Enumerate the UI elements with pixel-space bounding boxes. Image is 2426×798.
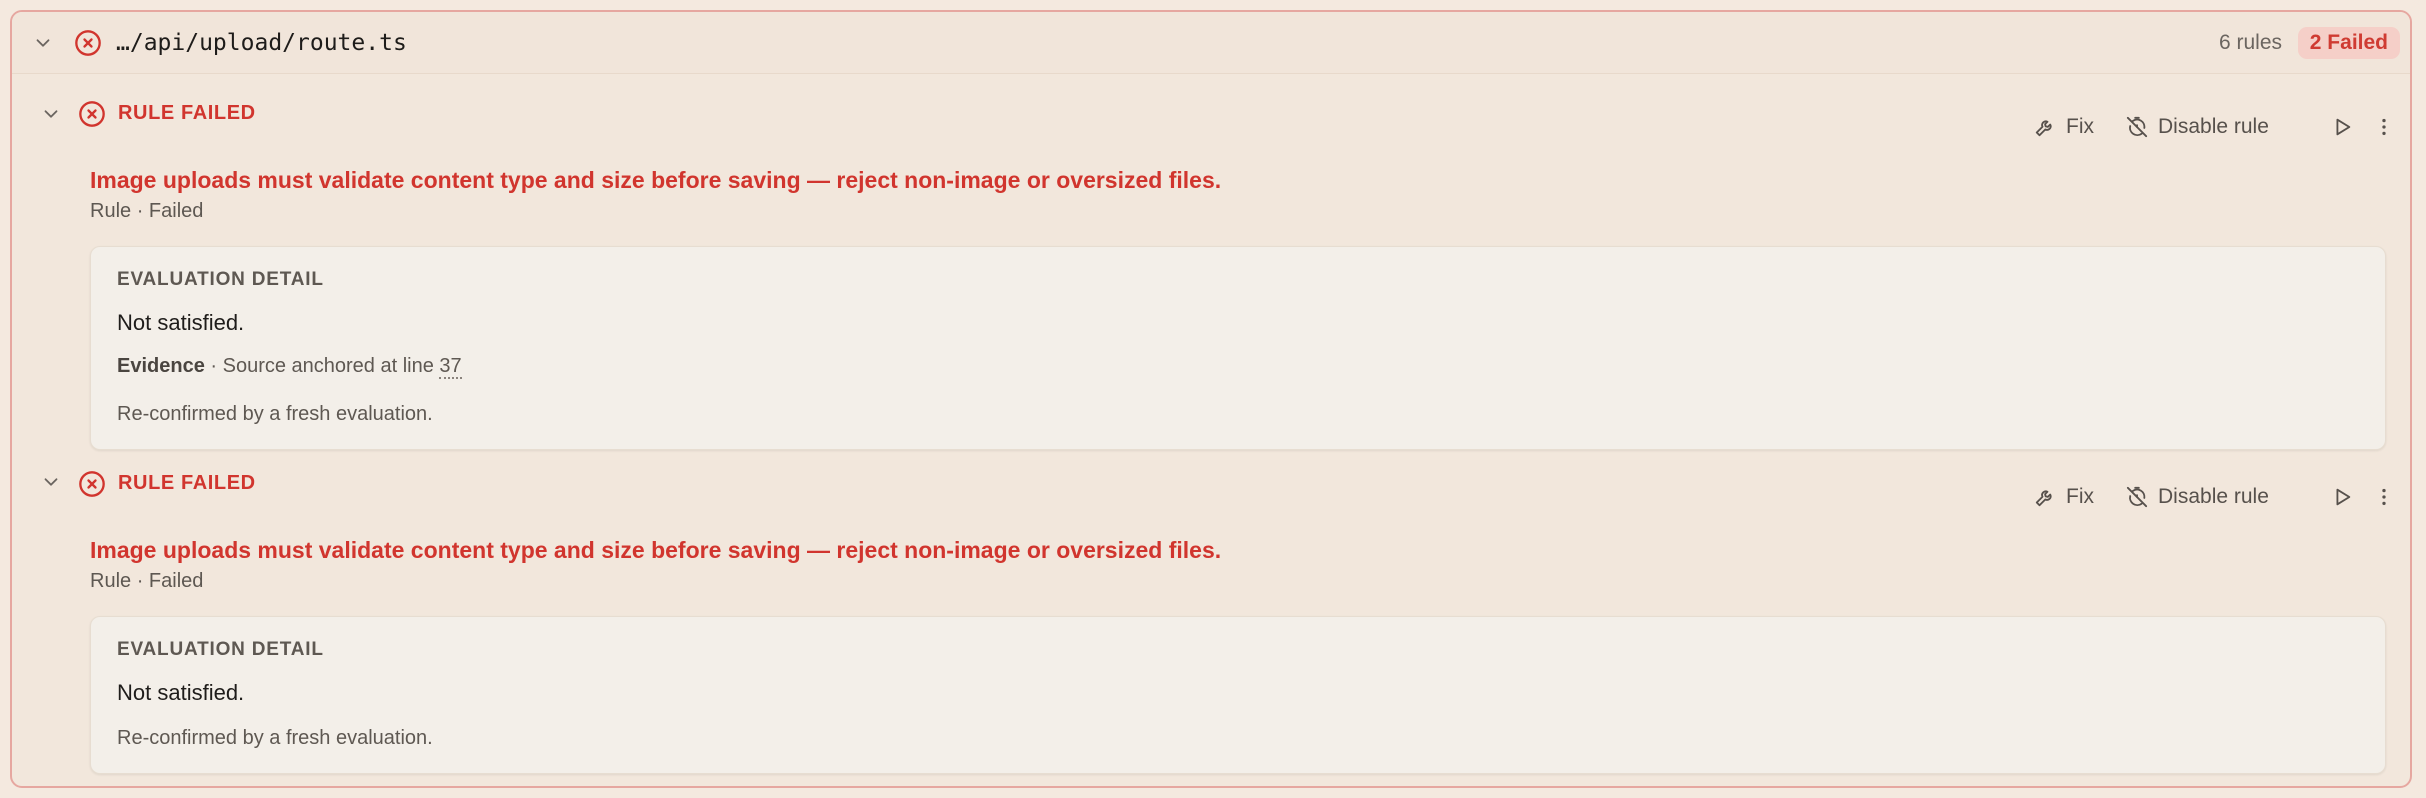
evaluation-result: Not satisfied. bbox=[117, 310, 245, 335]
reconfirmed-note: Re-confirmed by a fresh evaluation. bbox=[117, 727, 433, 749]
error-circle-icon bbox=[75, 30, 101, 56]
rule-description: Image uploads must validate content type… bbox=[90, 537, 1222, 563]
rule-item: RULE FAILED Fix Disable rule Image uploa… bbox=[12, 444, 2410, 786]
rules-count: 6 rules bbox=[2218, 31, 2282, 54]
disable-rule-label: Disable rule bbox=[2158, 115, 2269, 138]
evidence-text: · Source anchored at line bbox=[204, 355, 440, 377]
evaluation-detail-heading: EVALUATION DETAIL bbox=[117, 639, 324, 660]
wrench-icon bbox=[2035, 120, 2052, 137]
timer-off-icon bbox=[2126, 116, 2148, 138]
rule-actions: Fix Disable rule bbox=[2030, 107, 2410, 147]
rule-item: RULE FAILED Fix Disable rule Image uploa… bbox=[12, 74, 2410, 450]
evidence-line: Evidence · Source anchored at line 37 bbox=[117, 355, 462, 379]
disable-rule-button[interactable]: Disable rule bbox=[2126, 107, 2269, 147]
rule-meta: Rule · Failed bbox=[90, 570, 204, 592]
rule-actions: Fix Disable rule bbox=[2030, 477, 2410, 517]
error-circle-icon bbox=[79, 101, 105, 127]
fix-button[interactable]: Fix bbox=[2034, 477, 2094, 517]
disable-rule-button[interactable]: Disable rule bbox=[2126, 477, 2269, 517]
evidence-line-number[interactable]: 37 bbox=[439, 355, 462, 379]
evaluation-detail-heading: EVALUATION DETAIL bbox=[117, 269, 324, 290]
fix-label: Fix bbox=[2066, 485, 2094, 508]
more-vertical-icon bbox=[2382, 488, 2386, 506]
file-results-panel: …/api/upload/route.ts 6 rules 2 Failed R… bbox=[10, 10, 2412, 788]
evidence-label: Evidence bbox=[117, 355, 205, 377]
rule-status-title: RULE FAILED bbox=[118, 472, 256, 494]
wrench-icon bbox=[2035, 490, 2052, 507]
play-icon bbox=[2336, 118, 2351, 136]
run-button[interactable] bbox=[2322, 477, 2362, 517]
disable-rule-label: Disable rule bbox=[2158, 485, 2269, 508]
more-vertical-icon bbox=[2382, 118, 2386, 136]
rule-description: Image uploads must validate content type… bbox=[90, 167, 1222, 193]
chevron-down-icon[interactable] bbox=[38, 469, 64, 495]
rule-meta: Rule · Failed bbox=[90, 200, 204, 222]
evaluation-result: Not satisfied. bbox=[117, 680, 245, 705]
file-header[interactable]: …/api/upload/route.ts 6 rules 2 Failed bbox=[12, 12, 2410, 74]
play-icon bbox=[2336, 488, 2351, 506]
reconfirmed-note: Re-confirmed by a fresh evaluation. bbox=[117, 403, 433, 425]
fix-button[interactable]: Fix bbox=[2034, 107, 2094, 147]
fix-label: Fix bbox=[2066, 115, 2094, 138]
more-options-button[interactable] bbox=[2364, 477, 2404, 517]
file-path: …/api/upload/route.ts bbox=[116, 30, 407, 56]
evaluation-detail-card: EVALUATION DETAIL Not satisfied. Re-conf… bbox=[90, 616, 2386, 774]
evaluation-detail-card: EVALUATION DETAIL Not satisfied. Evidenc… bbox=[90, 246, 2386, 450]
timer-off-icon bbox=[2126, 486, 2148, 508]
more-options-button[interactable] bbox=[2364, 107, 2404, 147]
failed-count-badge: 2 Failed bbox=[2297, 27, 2400, 59]
error-circle-icon bbox=[79, 471, 105, 497]
run-button[interactable] bbox=[2322, 107, 2362, 147]
rule-status-title: RULE FAILED bbox=[118, 102, 256, 124]
chevron-down-icon[interactable] bbox=[30, 30, 56, 56]
chevron-down-icon[interactable] bbox=[38, 101, 64, 127]
